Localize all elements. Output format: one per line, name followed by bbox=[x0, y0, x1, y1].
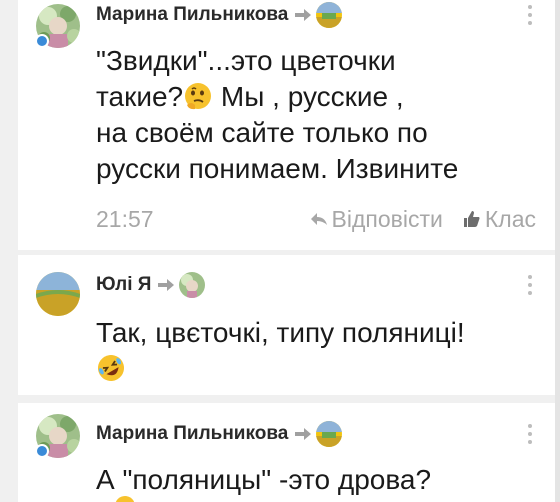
recipient-avatar[interactable] bbox=[316, 421, 343, 447]
thumbs-up-icon bbox=[463, 211, 480, 227]
comment-line: на своём сайте только по bbox=[96, 117, 428, 148]
avatar[interactable] bbox=[36, 272, 80, 316]
comment-header: Марина Пильникова bbox=[96, 0, 343, 30]
comment-line: такие? Мы , русские , bbox=[96, 79, 536, 115]
arrow-right-icon bbox=[295, 9, 312, 21]
comment-card: Юлі Я Так, цвєточкі, типу поляниці! bbox=[18, 255, 555, 395]
thinking-face-emoji bbox=[185, 83, 212, 110]
comment-line: русски понимаем. Извините bbox=[96, 153, 459, 184]
comment-line: Так, цвєточкі, типу поляниці! bbox=[96, 317, 465, 348]
comment-line bbox=[96, 351, 536, 387]
comment-header: Юлі Я bbox=[96, 270, 206, 300]
like-label: Клас bbox=[484, 205, 536, 232]
comment-time: 21:57 bbox=[96, 205, 154, 232]
more-vertical-icon[interactable] bbox=[527, 5, 533, 25]
reply-button[interactable]: Відповісти bbox=[310, 206, 443, 233]
comment-line: "Звидки"...это цветочки bbox=[96, 45, 396, 76]
more-vertical-icon[interactable] bbox=[527, 275, 533, 295]
author-name[interactable]: Юлі Я bbox=[96, 274, 151, 296]
author-name[interactable]: Марина Пильникова bbox=[96, 423, 288, 445]
arrow-right-icon bbox=[295, 428, 312, 440]
rolling-laughing-emoji bbox=[98, 355, 124, 381]
reply-label: Відповісти bbox=[331, 205, 443, 232]
comment-text: А "поляницы" -это дрова? bbox=[96, 462, 536, 498]
comment-card: Марина Пильникова А "поляницы" -это дров… bbox=[18, 403, 555, 502]
reply-arrow-icon bbox=[310, 213, 327, 225]
comment-line-part: такие? bbox=[96, 81, 184, 112]
recipient-avatar[interactable] bbox=[316, 2, 343, 28]
scrollbar[interactable] bbox=[555, 0, 560, 502]
more-vertical-icon[interactable] bbox=[527, 424, 533, 444]
comment-footer: 21:57 Відповісти Клас bbox=[96, 204, 536, 234]
recipient-avatar[interactable] bbox=[179, 272, 206, 298]
online-status-dot bbox=[35, 444, 49, 458]
comment-text: "Звидки"...это цветочки такие? Мы , русс… bbox=[96, 43, 536, 187]
comment-header: Марина Пильникова bbox=[96, 419, 343, 449]
comment-line: А "поляницы" -это дрова? bbox=[96, 464, 432, 495]
arrow-right-icon bbox=[158, 279, 175, 291]
comment-text: Так, цвєточкі, типу поляниці! bbox=[96, 315, 536, 387]
comment-card: Марина Пильникова "Звидки"...это цветочк… bbox=[18, 0, 555, 250]
emoji-partial bbox=[114, 495, 136, 502]
like-button[interactable]: Клас bbox=[463, 206, 536, 233]
online-status-dot bbox=[35, 34, 49, 48]
author-name[interactable]: Марина Пильникова bbox=[96, 4, 288, 26]
comment-line-part: Мы , русские , bbox=[213, 81, 404, 112]
